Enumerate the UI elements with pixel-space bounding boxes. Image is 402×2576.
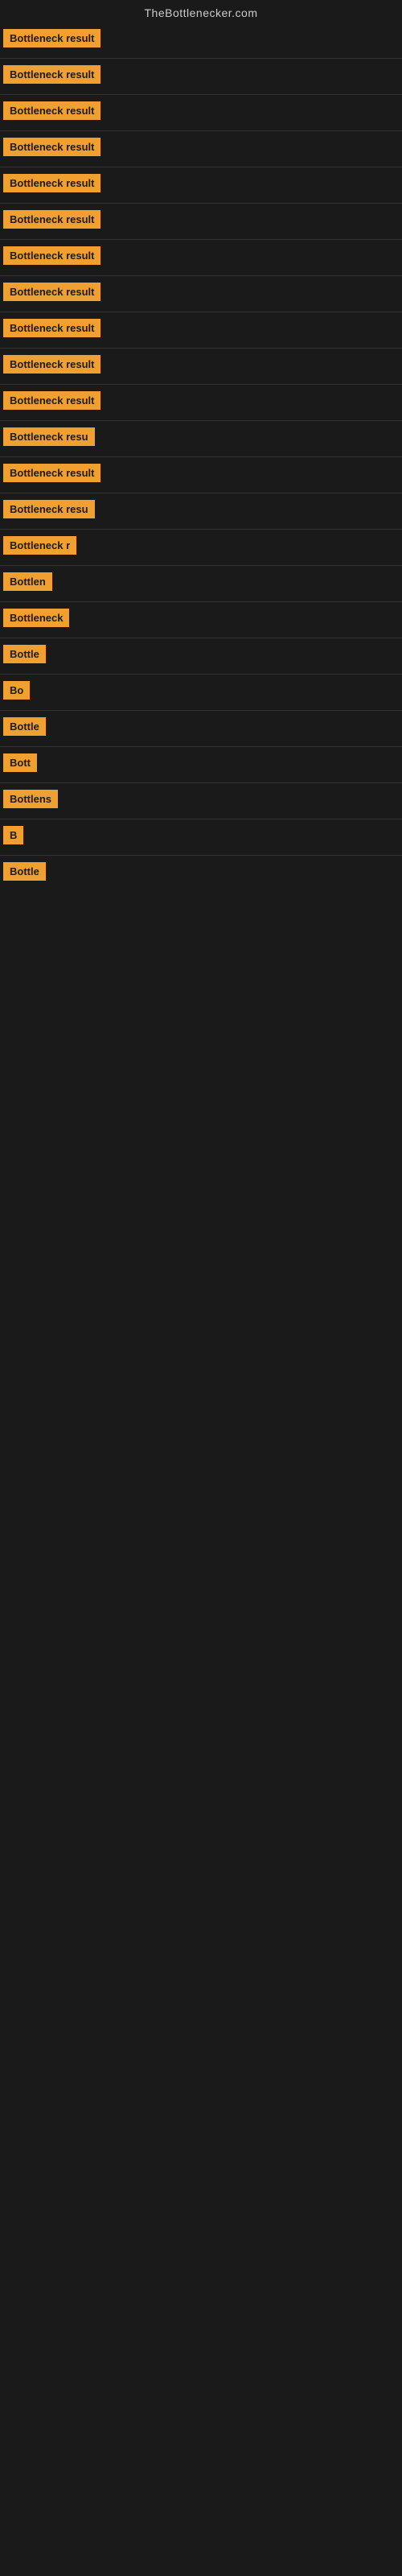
separator: [0, 746, 402, 747]
bottleneck-item: Bottlen: [0, 568, 402, 600]
bottleneck-item: Bottle: [0, 857, 402, 890]
bottleneck-badge[interactable]: B: [3, 826, 23, 844]
bottleneck-badge[interactable]: Bottleneck result: [3, 355, 100, 374]
separator: [0, 239, 402, 240]
bottleneck-item: Bottleneck result: [0, 24, 402, 56]
bottleneck-badge[interactable]: Bottle: [3, 645, 46, 663]
bottleneck-badge[interactable]: Bottleneck result: [3, 319, 100, 337]
bottleneck-badge[interactable]: Bottleneck resu: [3, 427, 95, 446]
separator: [0, 601, 402, 602]
bottleneck-item: Bottleneck result: [0, 350, 402, 382]
bottleneck-item: Bottle: [0, 640, 402, 672]
bottleneck-item: Bottleneck result: [0, 314, 402, 346]
separator: [0, 710, 402, 711]
bottleneck-item: Bottleneck result: [0, 205, 402, 237]
bottleneck-badge[interactable]: Bottleneck result: [3, 246, 100, 265]
bottleneck-item: Bottleneck resu: [0, 423, 402, 455]
bottleneck-badge[interactable]: Bo: [3, 681, 30, 700]
separator: [0, 529, 402, 530]
bottleneck-item: Bottleneck result: [0, 242, 402, 274]
bottleneck-item: Bottleneck result: [0, 386, 402, 419]
separator: [0, 384, 402, 385]
bottleneck-item: Bottleneck: [0, 604, 402, 636]
bottleneck-item: Bottleneck result: [0, 133, 402, 165]
bottleneck-item: Bottleneck result: [0, 169, 402, 201]
bottleneck-badge[interactable]: Bottleneck result: [3, 65, 100, 84]
bottleneck-badge[interactable]: Bott: [3, 753, 37, 772]
bottleneck-item: Bo: [0, 676, 402, 708]
separator: [0, 58, 402, 59]
bottleneck-badge[interactable]: Bottleneck r: [3, 536, 76, 555]
bottleneck-badge[interactable]: Bottleneck result: [3, 391, 100, 410]
separator: [0, 420, 402, 421]
bottleneck-badge[interactable]: Bottleneck result: [3, 283, 100, 301]
bottleneck-badge[interactable]: Bottlens: [3, 790, 58, 808]
bottleneck-badge[interactable]: Bottlen: [3, 572, 52, 591]
separator: [0, 94, 402, 95]
bottleneck-badge[interactable]: Bottleneck resu: [3, 500, 95, 518]
bottleneck-list: Bottleneck result Bottleneck result Bottle…: [0, 23, 402, 890]
site-header: TheBottlenecker.com: [0, 0, 402, 23]
bottleneck-badge[interactable]: Bottleneck result: [3, 174, 100, 192]
bottleneck-badge[interactable]: Bottleneck result: [3, 210, 100, 229]
bottleneck-item: Bottleneck resu: [0, 495, 402, 527]
bottleneck-item: Bottleneck r: [0, 531, 402, 564]
separator: [0, 456, 402, 457]
bottleneck-item: Bottleneck result: [0, 60, 402, 93]
bottleneck-badge[interactable]: Bottle: [3, 862, 46, 881]
separator: [0, 130, 402, 131]
bottleneck-item: Bottleneck result: [0, 459, 402, 491]
bottleneck-badge[interactable]: Bottleneck result: [3, 29, 100, 47]
bottleneck-badge[interactable]: Bottleneck result: [3, 138, 100, 156]
bottleneck-badge[interactable]: Bottleneck result: [3, 464, 100, 482]
separator: [0, 275, 402, 276]
separator: [0, 203, 402, 204]
bottleneck-item: Bottleneck result: [0, 97, 402, 129]
bottleneck-item: Bottlens: [0, 785, 402, 817]
separator: [0, 348, 402, 349]
separator: [0, 565, 402, 566]
bottleneck-item: Bottleneck result: [0, 278, 402, 310]
separator: [0, 782, 402, 783]
separator: [0, 674, 402, 675]
bottleneck-badge[interactable]: Bottleneck: [3, 609, 69, 627]
bottleneck-item: Bott: [0, 749, 402, 781]
bottleneck-badge[interactable]: Bottleneck result: [3, 101, 100, 120]
bottleneck-item: Bottle: [0, 712, 402, 745]
site-title: TheBottlenecker.com: [0, 0, 402, 23]
bottleneck-badge[interactable]: Bottle: [3, 717, 46, 736]
separator: [0, 855, 402, 856]
bottleneck-item: B: [0, 821, 402, 853]
